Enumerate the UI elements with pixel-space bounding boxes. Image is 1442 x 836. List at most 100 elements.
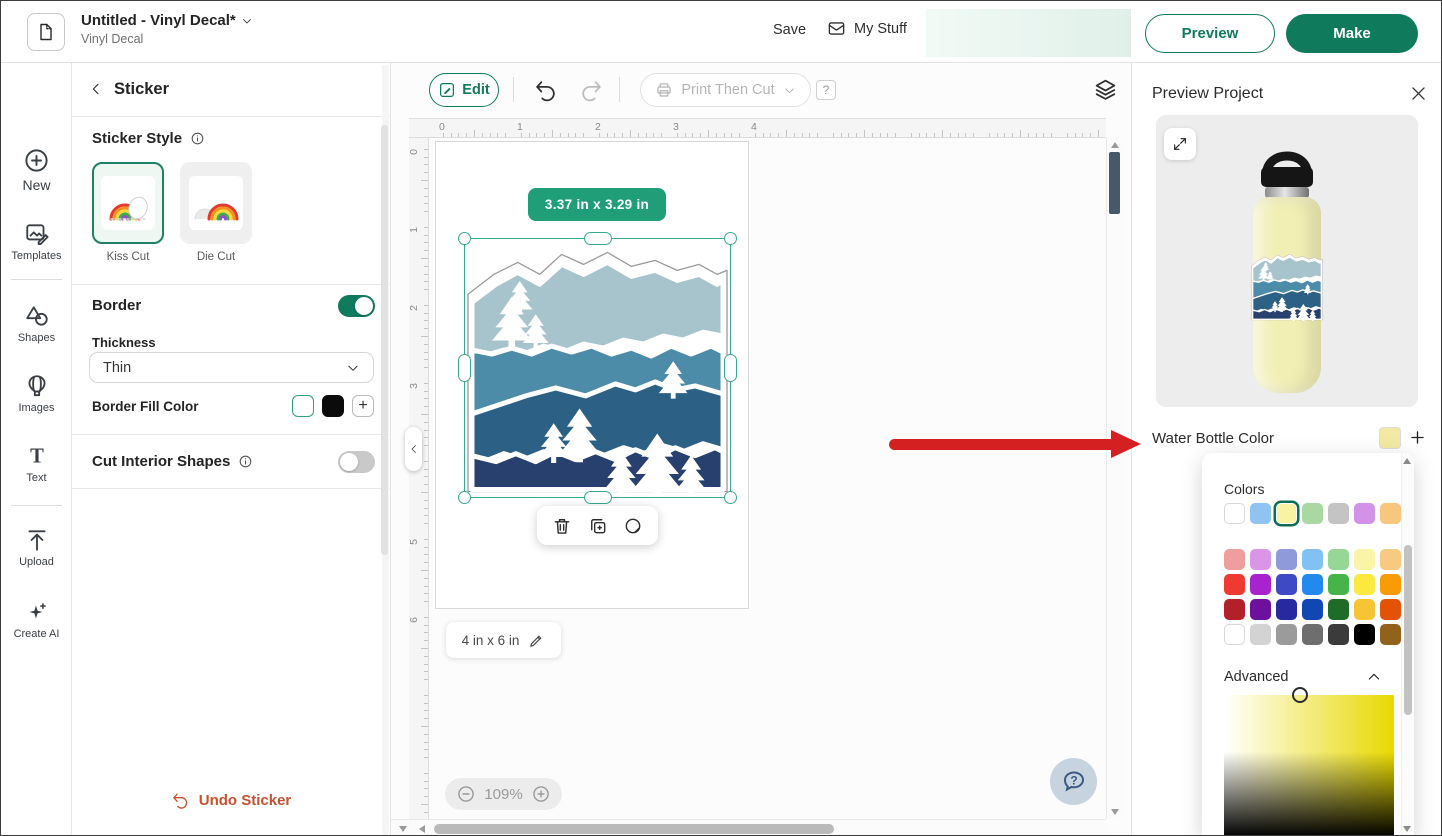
- color-swatch[interactable]: [1302, 599, 1323, 620]
- sidebar-item-text[interactable]: T Text: [1, 443, 72, 484]
- color-swatch[interactable]: [1250, 503, 1271, 524]
- preview-button[interactable]: Preview: [1145, 14, 1275, 53]
- close-icon[interactable]: [1409, 84, 1428, 103]
- zoom-out-icon[interactable]: [456, 784, 476, 804]
- color-swatch[interactable]: [1302, 624, 1323, 645]
- color-swatch[interactable]: [1328, 574, 1349, 595]
- color-swatch[interactable]: [1276, 599, 1297, 620]
- make-button[interactable]: Make: [1286, 14, 1418, 53]
- cut-interior-toggle[interactable]: [338, 451, 375, 473]
- resize-handle-s[interactable]: [584, 491, 612, 504]
- color-gradient-picker[interactable]: [1224, 695, 1394, 836]
- color-swatch[interactable]: [1250, 549, 1271, 570]
- scroll-up-arrow[interactable]: [1403, 458, 1411, 464]
- info-icon[interactable]: [238, 454, 253, 469]
- color-swatch[interactable]: [1250, 599, 1271, 620]
- undo-button[interactable]: [533, 78, 558, 103]
- expand-preview-button[interactable]: [1164, 128, 1196, 160]
- resize-handle-se[interactable]: [724, 491, 737, 504]
- help-button[interactable]: ?: [816, 80, 836, 100]
- chevron-down-icon[interactable]: [241, 15, 253, 27]
- panel-scrollbar[interactable]: [382, 65, 389, 835]
- color-swatch[interactable]: [1302, 574, 1323, 595]
- color-swatch[interactable]: [1354, 624, 1375, 645]
- thickness-dropdown[interactable]: Thin: [89, 352, 374, 383]
- edit-button[interactable]: Edit: [429, 73, 499, 107]
- style-option-die-cut[interactable]: Die Cut: [180, 162, 252, 263]
- add-color-icon[interactable]: [1408, 428, 1427, 447]
- color-swatch[interactable]: [1328, 503, 1349, 524]
- color-swatch[interactable]: [1380, 503, 1401, 524]
- mat-size-pill[interactable]: 4 in x 6 in: [446, 622, 561, 658]
- resize-handle-nw[interactable]: [458, 232, 471, 245]
- scroll-down-arrow[interactable]: [399, 826, 407, 832]
- scrollbar-thumb[interactable]: [1404, 545, 1412, 715]
- color-swatch[interactable]: [1224, 549, 1245, 570]
- scroll-down-arrow[interactable]: [1403, 826, 1411, 832]
- color-swatch[interactable]: [1380, 624, 1401, 645]
- trash-icon[interactable]: [552, 516, 572, 536]
- gradient-marker[interactable]: [1292, 687, 1308, 703]
- color-swatch[interactable]: [1328, 549, 1349, 570]
- project-title[interactable]: Untitled - Vinyl Decal*: [81, 12, 236, 29]
- current-bottle-color-swatch[interactable]: [1379, 427, 1401, 449]
- save-button[interactable]: Save: [773, 22, 806, 38]
- sidebar-item-shapes[interactable]: Shapes: [1, 303, 72, 344]
- layers-button[interactable]: [1093, 77, 1118, 102]
- color-swatch[interactable]: [1328, 599, 1349, 620]
- popup-scrollbar[interactable]: [1401, 453, 1414, 836]
- resize-handle-n[interactable]: [584, 232, 612, 245]
- color-swatch[interactable]: [1302, 503, 1323, 524]
- sidebar-item-new[interactable]: New: [1, 147, 72, 193]
- color-swatch[interactable]: [1380, 599, 1401, 620]
- scroll-up-arrow[interactable]: [1111, 142, 1119, 148]
- selection-box[interactable]: [464, 238, 731, 498]
- redo-button[interactable]: [579, 78, 604, 103]
- undo-sticker-button[interactable]: Undo Sticker: [171, 791, 292, 810]
- sidebar-item-create-ai[interactable]: Create AI: [1, 599, 72, 640]
- color-swatch[interactable]: [1380, 549, 1401, 570]
- border-color-black-swatch[interactable]: [322, 395, 344, 417]
- project-document-icon-button[interactable]: [27, 13, 65, 51]
- color-swatch[interactable]: [1302, 549, 1323, 570]
- sidebar-item-images[interactable]: Images: [1, 373, 72, 414]
- color-swatch[interactable]: [1224, 574, 1245, 595]
- resize-handle-sw[interactable]: [458, 491, 471, 504]
- resize-handle-e[interactable]: [724, 354, 737, 382]
- canvas-vertical-scrollbar[interactable]: [1106, 138, 1122, 819]
- border-color-white-swatch[interactable]: [292, 395, 314, 417]
- resize-handle-w[interactable]: [458, 354, 471, 382]
- canvas-horizontal-scrollbar[interactable]: [391, 819, 1106, 836]
- scrollbar-thumb[interactable]: [434, 824, 834, 834]
- color-swatch[interactable]: [1250, 574, 1271, 595]
- color-swatch[interactable]: [1276, 503, 1297, 524]
- color-swatch[interactable]: [1224, 599, 1245, 620]
- color-swatch[interactable]: [1380, 574, 1401, 595]
- zoom-in-icon[interactable]: [531, 784, 551, 804]
- color-swatch[interactable]: [1276, 574, 1297, 595]
- color-swatch[interactable]: [1250, 624, 1271, 645]
- my-stuff-button[interactable]: My Stuff: [827, 19, 907, 38]
- sidebar-item-upload[interactable]: Upload: [1, 527, 72, 568]
- sidebar-item-templates[interactable]: Templates: [1, 221, 72, 262]
- color-swatch[interactable]: [1354, 503, 1375, 524]
- help-bubble-button[interactable]: ?: [1050, 758, 1097, 805]
- sticker-contour-icon[interactable]: [623, 516, 643, 536]
- color-swatch[interactable]: [1354, 574, 1375, 595]
- back-chevron-icon[interactable]: [88, 81, 104, 97]
- panel-collapse-handle[interactable]: [405, 427, 422, 471]
- scrollbar-thumb[interactable]: [1109, 152, 1120, 214]
- color-swatch[interactable]: [1276, 624, 1297, 645]
- duplicate-icon[interactable]: [588, 516, 608, 536]
- advanced-section-toggle[interactable]: Advanced: [1224, 669, 1382, 685]
- color-swatch[interactable]: [1224, 503, 1245, 524]
- color-swatch[interactable]: [1354, 599, 1375, 620]
- color-swatch[interactable]: [1328, 624, 1349, 645]
- add-border-color-button[interactable]: +: [352, 395, 374, 417]
- resize-handle-ne[interactable]: [724, 232, 737, 245]
- color-swatch[interactable]: [1224, 624, 1245, 645]
- color-swatch[interactable]: [1354, 549, 1375, 570]
- style-option-kiss-cut[interactable]: Kiss Cut: [92, 162, 164, 263]
- scroll-left-arrow[interactable]: [419, 825, 425, 833]
- color-swatch[interactable]: [1276, 549, 1297, 570]
